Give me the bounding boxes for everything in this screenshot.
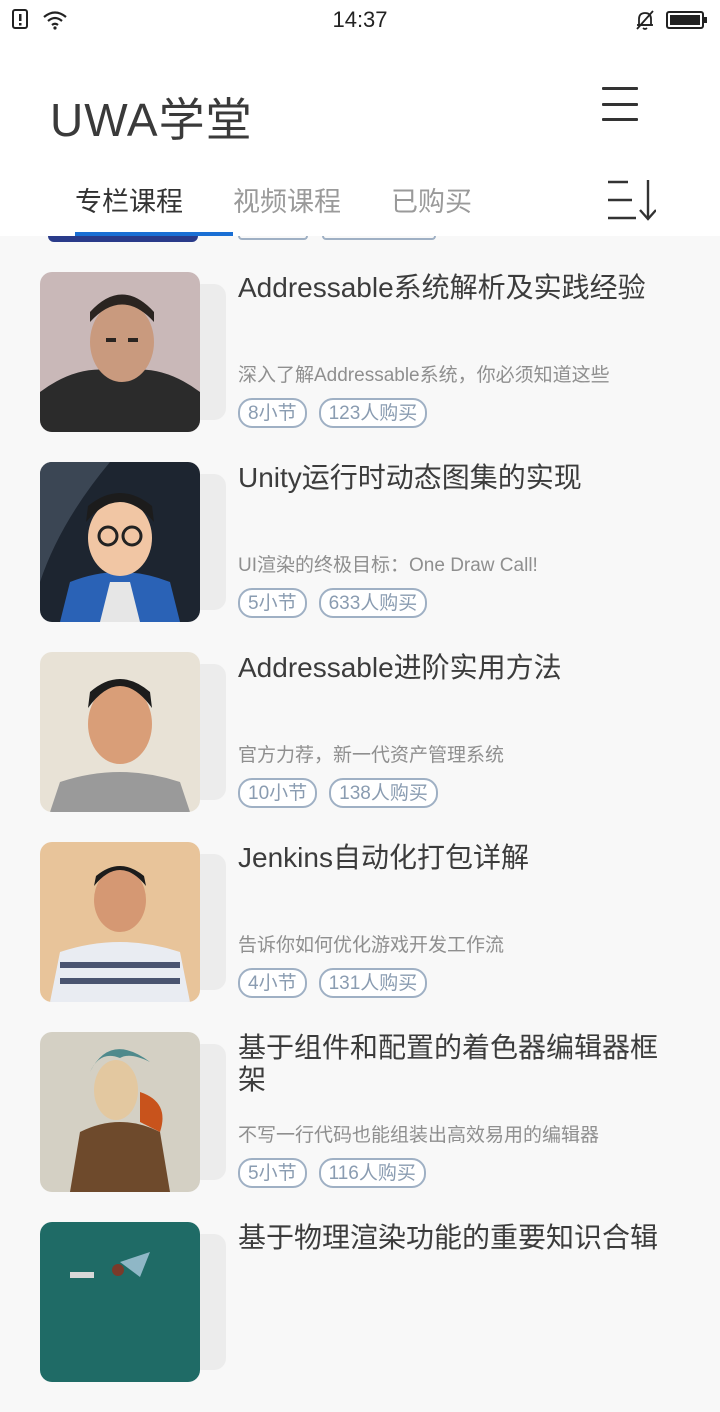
course-card[interactable]: 基于物理渲染功能的重要知识合辑 — [0, 1222, 720, 1412]
course-tags: 8小节 123人购买 — [238, 398, 428, 428]
battery-icon — [666, 11, 707, 29]
course-tags: 4小节 131人购买 — [238, 968, 428, 998]
course-cover-image — [40, 1032, 200, 1192]
course-cover-image — [40, 462, 200, 622]
wifi-icon — [43, 11, 67, 30]
course-card[interactable]: 基于组件和配置的着色器编辑器框架 不写一行代码也能组装出高效易用的编辑器 5小节… — [0, 1032, 720, 1222]
mute-bell-icon — [636, 10, 654, 30]
status-bar: 14:37 — [0, 0, 720, 40]
course-title: Addressable系统解析及实践经验 — [238, 272, 646, 303]
tab-column-courses[interactable]: 专栏课程 — [50, 180, 233, 236]
course-tags: 5小节 633人购买 — [238, 588, 428, 618]
course-title: Jenkins自动化打包详解 — [238, 842, 529, 873]
buyers-badge: 633人购买 — [318, 588, 428, 618]
buyers-badge: 138人购买 — [329, 778, 438, 808]
notification-icon — [12, 9, 28, 29]
buyers-badge: 131人购买 — [318, 968, 428, 998]
lessons-badge: 5小节 — [238, 1158, 307, 1188]
course-tags: 10小节 138人购买 — [238, 778, 438, 808]
tab-video-courses[interactable]: 视频课程 — [208, 180, 366, 236]
course-subtitle: 告诉你如何优化游戏开发工作流 — [238, 935, 505, 956]
course-title: 基于物理渲染功能的重要知识合辑 — [238, 1222, 659, 1253]
lessons-badge: 10小节 — [238, 778, 318, 808]
menu-icon — [602, 87, 638, 90]
course-title: Unity运行时动态图集的实现 — [238, 462, 582, 493]
course-cover-image — [40, 652, 200, 812]
course-card[interactable]: Jenkins自动化打包详解 告诉你如何优化游戏开发工作流 4小节 131人购买 — [0, 842, 720, 1032]
lessons-badge: 5小节 — [238, 588, 307, 618]
tab-purchased[interactable]: 已购买 — [366, 180, 497, 236]
buyers-badge: 123人购买 — [318, 398, 428, 428]
course-cover-image — [40, 1222, 200, 1382]
menu-button[interactable] — [600, 84, 640, 124]
page-title: UWA学堂 — [50, 94, 253, 146]
course-subtitle: 深入了解Addressable系统，你必须知道这些 — [238, 365, 610, 386]
course-subtitle: 不写一行代码也能组装出高效易用的编辑器 — [238, 1125, 600, 1146]
status-right — [634, 9, 708, 31]
buyers-badge: 116人购买 — [318, 1158, 426, 1188]
course-subtitle: 官方力荐，新一代资产管理系统 — [238, 745, 505, 766]
course-title: 基于组件和配置的着色器编辑器框架 — [238, 1032, 659, 1095]
course-tags: 5小节 116人购买 — [238, 1158, 426, 1188]
course-title: Addressable进阶实用方法 — [238, 652, 562, 683]
course-card[interactable]: Addressable进阶实用方法 官方力荐，新一代资产管理系统 10小节 13… — [0, 652, 720, 842]
app-header: UWA学堂 专栏课程 视频课程 已购买 — [0, 40, 720, 236]
course-cover-image — [40, 842, 200, 1002]
sort-icon[interactable] — [606, 178, 656, 222]
course-cover-image — [40, 272, 200, 432]
course-subtitle: UI渲染的终极目标：One Draw Call! — [238, 555, 538, 576]
status-left — [12, 9, 68, 31]
course-tabs: 专栏课程 视频课程 已购买 — [50, 180, 497, 236]
lessons-badge: 8小节 — [238, 398, 307, 428]
course-card[interactable]: Addressable系统解析及实践经验 深入了解Addressable系统，你… — [0, 272, 720, 462]
course-card[interactable]: Unity运行时动态图集的实现 UI渲染的终极目标：One Draw Call!… — [0, 462, 720, 652]
status-time: 14:37 — [332, 7, 388, 32]
lessons-badge: 4小节 — [238, 968, 307, 998]
previous-card-remnant — [0, 236, 720, 242]
